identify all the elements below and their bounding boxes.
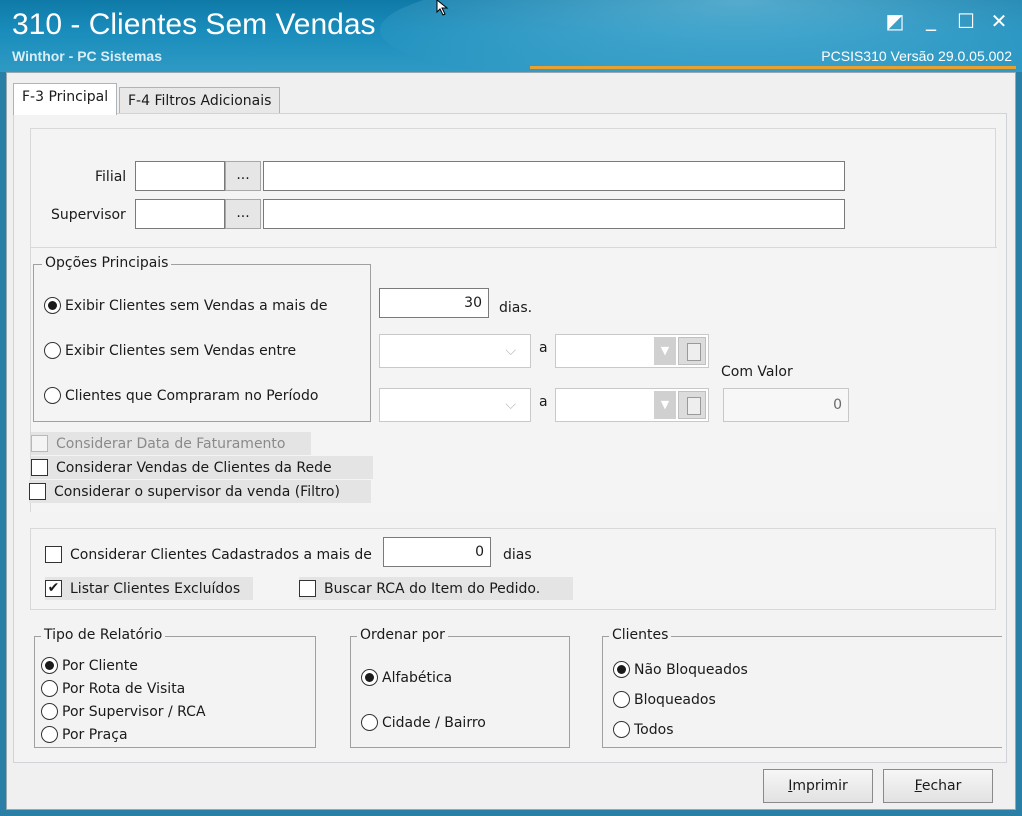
- range-separator: a: [539, 394, 548, 410]
- radio-icon[interactable]: [613, 691, 630, 708]
- checkbox-data-faturamento[interactable]: Considerar Data de Faturamento: [31, 432, 311, 455]
- supervisor-label: Supervisor: [51, 207, 126, 223]
- radio-por-rota-visita[interactable]: Por Rota de Visita: [41, 680, 185, 697]
- clientes-group: Clientes Não Bloqueados Bloqueados Todos: [602, 627, 1002, 748]
- filial-label: Filial: [95, 169, 127, 185]
- chevron-down-icon[interactable]: ⌵: [505, 343, 516, 359]
- application-window: 310 - Clientes Sem Vendas Winthor - PC S…: [0, 0, 1022, 816]
- checkmark-icon[interactable]: ✔: [45, 580, 62, 597]
- radio-por-praca[interactable]: Por Praça: [41, 726, 128, 743]
- filial-description-field[interactable]: [263, 161, 845, 191]
- ordenar-por-title: Ordenar por: [357, 627, 448, 643]
- dropdown-arrow-icon[interactable]: ▼: [654, 337, 676, 365]
- supervisor-code-input[interactable]: [135, 199, 225, 229]
- com-valor-label: Com Valor: [721, 364, 793, 380]
- opcoes-principais-group: Opções Principais Exibir Clientes sem Ve…: [33, 255, 371, 422]
- checkbox-icon[interactable]: [45, 546, 62, 563]
- close-icon[interactable]: ✕: [988, 10, 1010, 32]
- radio-icon[interactable]: [613, 721, 630, 738]
- radio-selected-icon[interactable]: [361, 669, 378, 686]
- range-separator: a: [539, 340, 548, 356]
- dias-label: dias.: [499, 300, 533, 316]
- cadastrados-dias-input[interactable]: 0: [383, 537, 491, 567]
- checkbox-listar-excluidos[interactable]: ✔ Listar Clientes Excluídos: [45, 577, 253, 600]
- radio-selected-icon[interactable]: [613, 661, 630, 678]
- radio-icon[interactable]: [41, 703, 58, 720]
- options-subpanel: Opções Principais Exibir Clientes sem Ve…: [29, 247, 997, 513]
- mouse-cursor-icon: [436, 0, 449, 16]
- radio-selected-icon[interactable]: [44, 297, 61, 314]
- main-options-panel: Filial ... Supervisor ... Opções Princip…: [29, 128, 997, 513]
- radio-cidade-bairro[interactable]: Cidade / Bairro: [361, 714, 486, 731]
- periodo-inicio-compraram-select[interactable]: ⌵: [379, 388, 531, 422]
- minimize-icon[interactable]: _: [920, 8, 942, 30]
- restore-icon[interactable]: ◩: [884, 10, 906, 32]
- ordenar-por-group: Ordenar por Alfabética Cidade / Bairro: [350, 627, 570, 748]
- com-valor-input[interactable]: 0: [723, 388, 849, 422]
- dropdown-arrow-icon[interactable]: ▼: [654, 391, 676, 419]
- radio-icon[interactable]: [44, 387, 61, 404]
- radio-todos[interactable]: Todos: [613, 721, 673, 738]
- opcoes-principais-title: Opções Principais: [42, 255, 172, 271]
- version-label: PCSIS310 Versão 29.0.05.002: [821, 48, 1012, 64]
- tipo-relatorio-title: Tipo de Relatório: [41, 627, 166, 643]
- radio-sem-vendas-entre[interactable]: Exibir Clientes sem Vendas entre: [44, 342, 296, 359]
- calendar-icon[interactable]: [678, 337, 706, 365]
- radio-por-cliente[interactable]: Por Cliente: [41, 657, 138, 674]
- imprimir-button[interactable]: Imprimir: [763, 769, 873, 803]
- cadastro-options-panel: Considerar Clientes Cadastrados a mais d…: [30, 528, 996, 610]
- checkbox-cadastrados-mais-de[interactable]: Considerar Clientes Cadastrados a mais d…: [45, 546, 372, 563]
- title-bar[interactable]: 310 - Clientes Sem Vendas Winthor - PC S…: [0, 0, 1022, 72]
- window-subtitle: Winthor - PC Sistemas: [12, 48, 163, 64]
- radio-nao-bloqueados[interactable]: Não Bloqueados: [613, 661, 748, 678]
- supervisor-description-field[interactable]: [263, 199, 845, 229]
- checkbox-icon[interactable]: [31, 459, 48, 476]
- checkbox-vendas-rede[interactable]: Considerar Vendas de Clientes da Rede: [31, 456, 373, 479]
- chevron-down-icon[interactable]: ⌵: [505, 397, 516, 413]
- dias-input[interactable]: 30: [379, 288, 489, 318]
- fechar-button[interactable]: Fechar: [883, 769, 993, 803]
- radio-por-supervisor-rca[interactable]: Por Supervisor / RCA: [41, 703, 206, 720]
- clientes-title: Clientes: [609, 627, 672, 643]
- cadastrados-dias-label: dias: [503, 547, 532, 563]
- checkbox-buscar-rca[interactable]: Buscar RCA do Item do Pedido.: [299, 577, 573, 600]
- filial-code-input[interactable]: [135, 161, 225, 191]
- radio-sem-vendas-mais-de[interactable]: Exibir Clientes sem Vendas a mais de: [44, 297, 327, 314]
- checkbox-supervisor-venda[interactable]: Considerar o supervisor da venda (Filtro…: [29, 480, 371, 503]
- radio-bloqueados[interactable]: Bloqueados: [613, 691, 716, 708]
- radio-icon[interactable]: [361, 714, 378, 731]
- title-accent-line: [530, 66, 1016, 69]
- supervisor-lookup-button[interactable]: ...: [225, 199, 261, 229]
- radio-icon[interactable]: [44, 342, 61, 359]
- checkbox-icon[interactable]: [31, 435, 48, 452]
- tipo-relatorio-group: Tipo de Relatório Por Cliente Por Rota d…: [34, 627, 316, 748]
- tab-filtros-adicionais[interactable]: F-4 Filtros Adicionais: [119, 87, 281, 115]
- checkbox-icon[interactable]: [299, 580, 316, 597]
- checkbox-icon[interactable]: [29, 483, 46, 500]
- periodo-fim-entre-date[interactable]: ▼: [555, 334, 709, 368]
- maximize-icon[interactable]: ☐: [955, 10, 977, 32]
- radio-icon[interactable]: [41, 680, 58, 697]
- window-title: 310 - Clientes Sem Vendas: [12, 8, 376, 41]
- radio-selected-icon[interactable]: [41, 657, 58, 674]
- radio-icon[interactable]: [41, 726, 58, 743]
- tab-principal[interactable]: F-3 Principal: [13, 83, 118, 115]
- client-area: F-3 Principal F-4 Filtros Adicionais Fil…: [6, 72, 1016, 810]
- radio-compraram-periodo[interactable]: Clientes que Compraram no Período: [44, 387, 318, 404]
- calendar-icon[interactable]: [678, 391, 706, 419]
- periodo-fim-compraram-date[interactable]: ▼: [555, 388, 709, 422]
- filial-lookup-button[interactable]: ...: [225, 161, 261, 191]
- tab-page-principal: Filial ... Supervisor ... Opções Princip…: [13, 113, 1007, 763]
- periodo-inicio-entre-select[interactable]: ⌵: [379, 334, 531, 368]
- radio-alfabetica[interactable]: Alfabética: [361, 669, 452, 686]
